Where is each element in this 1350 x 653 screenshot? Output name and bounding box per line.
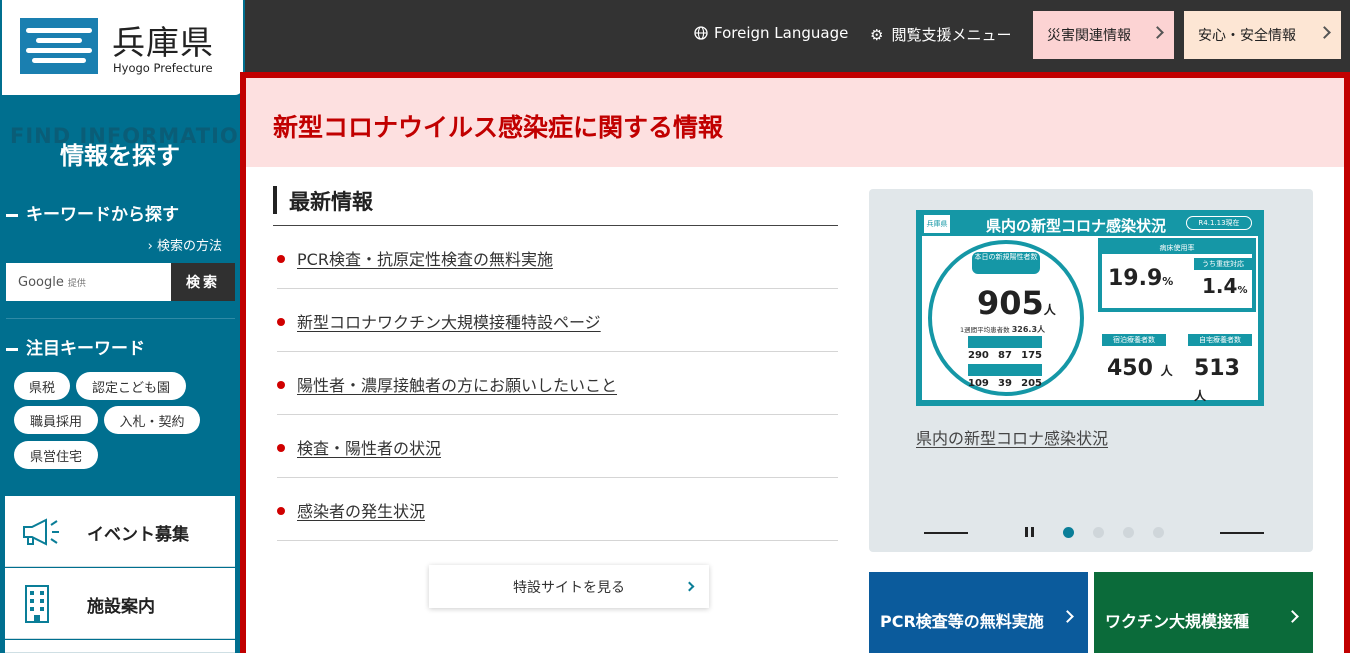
news-link[interactable]: PCR検査・抗原定性検査の無料実施 <box>297 246 553 270</box>
hyogo-emblem-icon <box>20 18 98 74</box>
prev-arrow-icon[interactable] <box>924 532 968 534</box>
keyword-tag[interactable]: 認定こども園 <box>76 372 186 400</box>
slider-dot[interactable] <box>1063 527 1074 538</box>
slide-caption-link[interactable]: 県内の新型コロナ感染状況 <box>916 425 1108 449</box>
disaster-info-button[interactable]: 災害関連情報 <box>1033 11 1174 59</box>
banner-title: 新型コロナウイルス感染症に関する情報 <box>273 113 724 142</box>
home-count: 513 人 <box>1194 356 1240 403</box>
bullet-icon <box>277 255 285 263</box>
news-link[interactable]: 陽性者・濃厚接触者の方にお願いしたいこと <box>297 372 617 396</box>
keyword-tag[interactable]: 入札・契約 <box>104 406 200 434</box>
keyword-tag[interactable]: 県税 <box>14 372 70 400</box>
slide-image-title: 県内の新型コロナ感染状況 <box>986 217 1167 235</box>
dash-icon <box>6 347 18 351</box>
event-recruit-link[interactable]: イベント募集 <box>5 496 235 567</box>
foreign-language-link[interactable]: Foreign Language <box>694 24 848 42</box>
today-label: 本日の新規陽性者数 <box>972 252 1040 274</box>
weekly-average: 1週間平均患者数 326.3人 <box>960 325 1046 334</box>
chevron-right-icon <box>1318 26 1331 39</box>
bullet-icon <box>277 318 285 326</box>
facility-guide-link[interactable]: 施設案内 <box>5 568 235 639</box>
keyword-tag[interactable]: 職員採用 <box>14 406 98 434</box>
slide-image-date: R4.1.13現在 <box>1186 216 1252 230</box>
today-count: 905人 <box>977 284 1056 322</box>
site-logo[interactable]: 兵庫県 Hyogo Prefecture <box>0 0 245 97</box>
sidebar: 兵庫県 Hyogo Prefecture FIND INFORMATION 情報… <box>0 0 256 653</box>
severe-rate: 1.4% <box>1202 274 1248 298</box>
megaphone-icon <box>23 518 59 546</box>
bed-usage-box: 病床使用率 19.9% うち重症対応 1.4% <box>1098 238 1256 312</box>
menu-card-partial[interactable] <box>5 640 235 653</box>
news-link[interactable]: 検査・陽性者の状況 <box>297 435 441 459</box>
news-item: 感染者の発生状況 <box>277 478 838 541</box>
bed-usage-label: 病床使用率 <box>1102 242 1252 254</box>
menu-label: イベント募集 <box>87 525 189 545</box>
pcr-free-test-button[interactable]: PCR検査等の無料実施 <box>869 572 1088 653</box>
keyword-search-title: キーワードから探す <box>6 200 179 225</box>
slide-image[interactable]: 兵庫県 県内の新型コロナ感染状況 R4.1.13現在 本日の新規陽性者数 905… <box>916 210 1264 406</box>
find-information-title: 情報を探す <box>60 142 180 170</box>
search-method-link[interactable]: › 検索の方法 <box>0 235 222 254</box>
news-link[interactable]: 新型コロナワクチン大規模接種特設ページ <box>297 309 601 333</box>
bed-usage-rate: 19.9% <box>1108 266 1174 291</box>
image-slider: 兵庫県 県内の新型コロナ感染状況 R4.1.13現在 本日の新規陽性者数 905… <box>869 189 1313 552</box>
chevron-right-icon <box>1151 26 1164 39</box>
chevron-right-icon <box>1286 610 1299 623</box>
home-label: 自宅療養者数 <box>1188 334 1252 346</box>
hotel-count: 450 人 <box>1107 356 1173 381</box>
featured-keywords-title: 注目キーワード <box>6 334 145 359</box>
grid-header <box>968 364 1042 376</box>
next-arrow-icon[interactable] <box>1220 532 1264 534</box>
globe-icon <box>694 26 708 40</box>
slide-image-body: 本日の新規陽性者数 905人 1週間平均患者数 326.3人 290 87 175 … <box>922 236 1258 403</box>
news-item: 新型コロナワクチン大規模接種特設ページ <box>277 289 838 352</box>
chevron-right-icon <box>684 581 695 592</box>
area-grid: 290 87 175 109 39 205 <box>968 336 1042 392</box>
pause-icon[interactable] <box>1025 527 1034 537</box>
grid-header <box>968 336 1042 348</box>
accessibility-menu-link[interactable]: ⚙ 閲覧支援メニュー <box>870 24 1011 45</box>
news-item: 陽性者・濃厚接触者の方にお願いしたいこと <box>277 352 838 415</box>
keyword-tag[interactable]: 県営住宅 <box>14 441 98 469</box>
bullet-icon <box>277 381 285 389</box>
news-heading: 最新情報 <box>273 186 373 214</box>
special-site-button[interactable]: 特設サイトを見る <box>429 565 709 608</box>
bullet-icon <box>277 444 285 452</box>
slider-dot[interactable] <box>1123 527 1134 538</box>
slider-dot[interactable] <box>1153 527 1164 538</box>
vaccine-mass-button[interactable]: ワクチン大規模接種 <box>1094 572 1313 653</box>
search-input[interactable]: Google 提供 <box>6 263 171 301</box>
severe-label: うち重症対応 <box>1194 258 1252 270</box>
today-ring: 本日の新規陽性者数 905人 1週間平均患者数 326.3人 290 87 175 … <box>928 240 1084 396</box>
hotel-label: 宿泊療養者数 <box>1102 334 1166 346</box>
news-item: PCR検査・抗原定性検査の無料実施 <box>277 226 838 289</box>
slide-logo: 兵庫県 <box>924 215 950 233</box>
dash-icon <box>6 213 18 217</box>
grid-row: 290 87 175 <box>968 350 1042 361</box>
slider-dot[interactable] <box>1093 527 1104 538</box>
menu-label: 施設案内 <box>87 597 155 617</box>
grid-row: 109 39 205 <box>968 378 1042 389</box>
news-link[interactable]: 感染者の発生状況 <box>297 498 425 522</box>
search-form: Google 提供 検索 <box>6 263 235 301</box>
logo-text-en: Hyogo Prefecture <box>113 61 213 75</box>
logo-text-jp: 兵庫県 <box>112 23 214 62</box>
safety-info-button[interactable]: 安心・安全情報 <box>1184 11 1341 59</box>
building-icon <box>25 585 49 623</box>
covid-banner: 新型コロナウイルス感染症に関する情報 <box>246 78 1344 167</box>
bullet-icon <box>277 507 285 515</box>
news-item: 検査・陽性者の状況 <box>277 415 838 478</box>
gear-icon: ⚙ <box>870 25 884 44</box>
top-bar: Foreign Language ⚙ 閲覧支援メニュー 災害関連情報 安心・安全… <box>245 0 1350 72</box>
chevron-right-icon <box>1061 610 1074 623</box>
search-button[interactable]: 検索 <box>171 263 235 301</box>
sidebar-divider <box>6 318 235 319</box>
